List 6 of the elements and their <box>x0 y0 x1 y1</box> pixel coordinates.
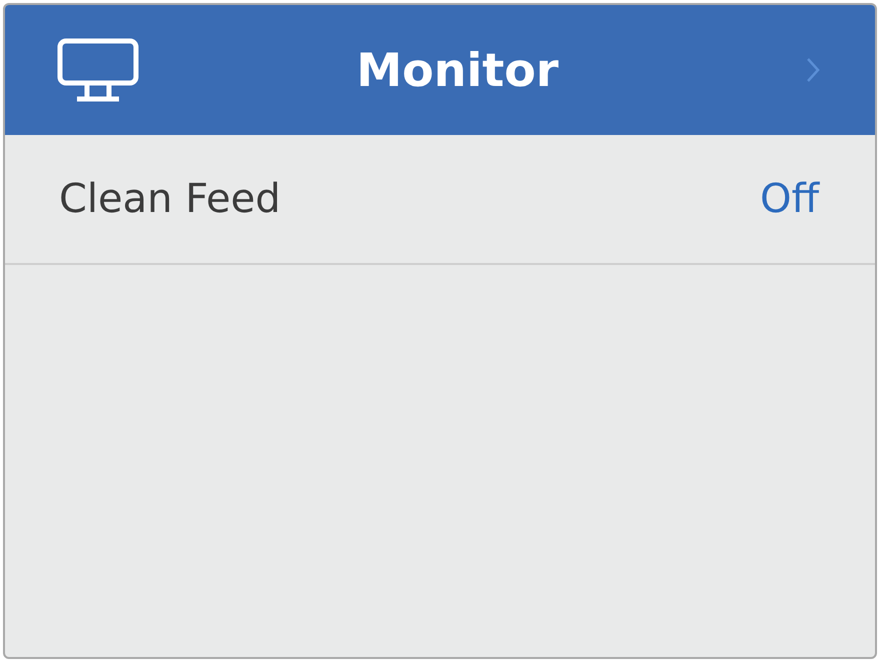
header-title: Monitor <box>355 43 560 97</box>
setting-label: Clean Feed <box>59 176 281 222</box>
setting-value: Off <box>760 176 819 222</box>
setting-row[interactable]: Clean Feed Off <box>5 135 875 265</box>
chevron-icon[interactable] <box>806 57 820 83</box>
monitor-icon <box>57 38 139 102</box>
